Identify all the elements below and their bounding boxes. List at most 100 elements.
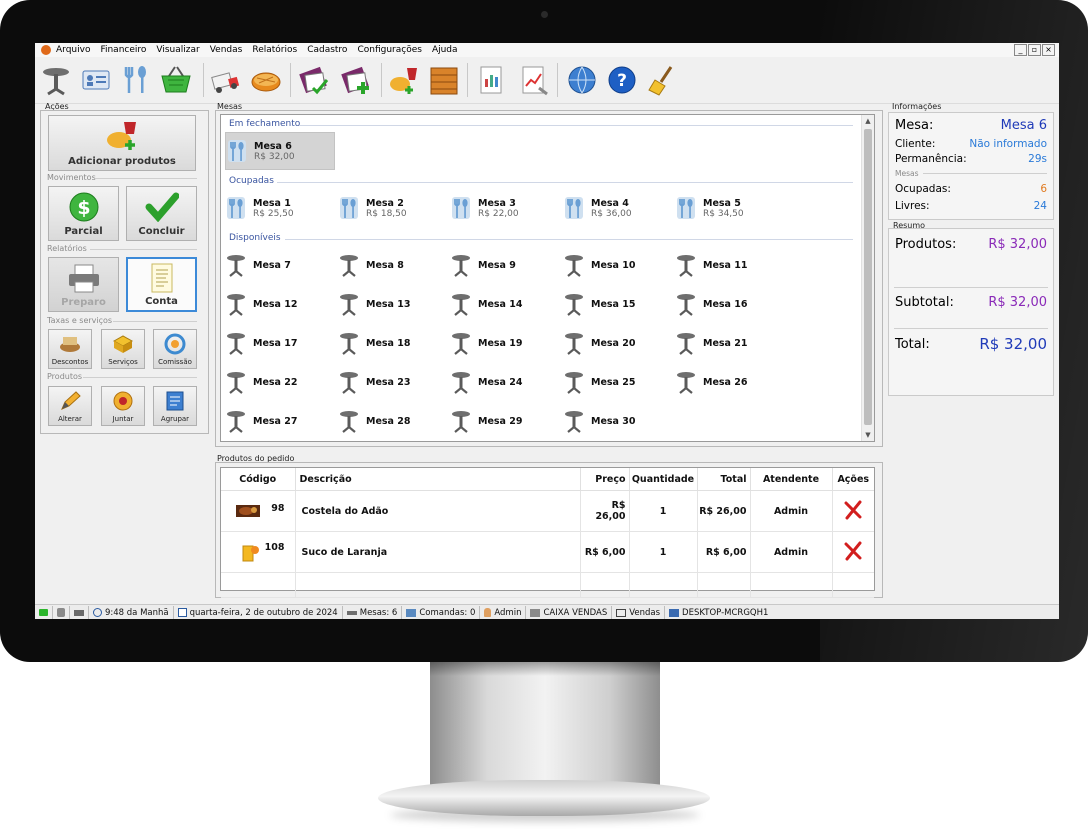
product-list-icon[interactable] (295, 61, 333, 99)
menu-ajuda[interactable]: Ajuda (432, 45, 458, 55)
mesas-scrollbar[interactable]: ▲ ▼ (861, 115, 874, 441)
mesa-tile[interactable]: Mesa 27 (225, 403, 333, 439)
report-icon[interactable] (473, 61, 511, 99)
servicos-button[interactable]: Serviços (101, 329, 145, 369)
shopping-basket-icon[interactable] (157, 61, 195, 99)
add-product-icon[interactable] (337, 61, 375, 99)
mesa-tile[interactable]: Mesa 24 (450, 364, 558, 400)
col-preco[interactable]: Preço (580, 468, 630, 491)
menu-visualizar[interactable]: Visualizar (156, 45, 199, 55)
preparo-button[interactable]: Preparo (48, 257, 119, 312)
mesa-tile[interactable]: Mesa 7 (225, 247, 333, 283)
mesa-tile[interactable]: Mesa 25 (563, 364, 671, 400)
mesa-tile[interactable]: Mesa 23 (338, 364, 446, 400)
scroll-down-icon[interactable]: ▼ (862, 429, 874, 441)
mesa-tile[interactable]: Mesa 28 (338, 403, 446, 439)
parcial-button[interactable]: $ Parcial (48, 186, 119, 241)
delete-icon[interactable] (843, 541, 863, 561)
merge-icon (111, 387, 135, 415)
info-livres-row: Livres: 24 (895, 199, 1047, 213)
mesa-tile[interactable]: Mesa 2 R$ 18,50 (338, 190, 446, 226)
mesa-tile[interactable]: Mesa 16 (675, 286, 783, 322)
mesa-tile[interactable]: Mesa 6 R$ 32,00 (225, 132, 335, 170)
menu-cadastro[interactable]: Cadastro (307, 45, 347, 55)
checkmark-icon (145, 187, 179, 226)
mesa-tile[interactable]: Mesa 22 (225, 364, 333, 400)
mesa-name: Mesa 23 (366, 376, 411, 388)
col-codigo[interactable]: Código (221, 468, 296, 491)
mesa-tile[interactable]: Mesa 21 (675, 325, 783, 361)
conta-button[interactable]: Conta (126, 257, 197, 312)
table-icon (338, 291, 360, 317)
combo-icon[interactable] (385, 61, 423, 99)
mesa-text: Mesa 5 R$ 34,50 (703, 198, 744, 219)
alterar-button[interactable]: Alterar (48, 386, 92, 426)
mesa-tile[interactable]: Mesa 9 (450, 247, 558, 283)
close-button[interactable]: × (1042, 44, 1055, 56)
mesa-name: Mesa 27 (253, 415, 298, 427)
mesa-name: Mesa 25 (591, 376, 636, 388)
col-quantidade[interactable]: Quantidade (629, 468, 698, 491)
mesa-tile[interactable]: Mesa 10 (563, 247, 671, 283)
agrupar-button[interactable]: Agrupar (153, 386, 197, 426)
mesa-tile[interactable]: Mesa 1 R$ 25,50 (225, 190, 333, 226)
mesa-tile[interactable]: Mesa 18 (338, 325, 446, 361)
concluir-label: Concluir (138, 226, 185, 237)
col-descricao[interactable]: Descrição (295, 468, 581, 491)
col-total[interactable]: Total (697, 468, 751, 491)
help-icon[interactable]: ? (603, 61, 641, 99)
mesa-text: Mesa 23 (366, 377, 411, 388)
table-row[interactable]: 98 Costela do Adão R$ 26,00 1 R$ 26,00 A… (221, 490, 874, 532)
scroll-up-icon[interactable]: ▲ (862, 115, 874, 127)
pie-icon[interactable] (247, 61, 285, 99)
mesa-text: Mesa 15 (591, 299, 636, 310)
mesa-tile[interactable]: Mesa 15 (563, 286, 671, 322)
delete-icon[interactable] (843, 500, 863, 520)
mesa-tile[interactable]: Mesa 14 (450, 286, 558, 322)
mesa-tile[interactable]: Mesa 5 R$ 34,50 (675, 190, 783, 226)
col-atendente[interactable]: Atendente (750, 468, 833, 491)
table-icon (338, 369, 360, 395)
table-row[interactable]: 108 Suco de Laranja R$ 6,00 1 R$ 6,00 Ad… (221, 531, 874, 573)
col-acoes[interactable]: Ações (832, 468, 874, 491)
mesa-tile[interactable]: Mesa 29 (450, 403, 558, 439)
mesa-tile[interactable]: Mesa 30 (563, 403, 671, 439)
scroll-thumb[interactable] (864, 129, 872, 425)
mesa-tile[interactable]: Mesa 11 (675, 247, 783, 283)
mesa-tile[interactable]: Mesa 26 (675, 364, 783, 400)
menu-relatorios[interactable]: Relatórios (252, 45, 297, 55)
customer-card-icon[interactable] (77, 61, 115, 99)
chart-report-icon[interactable] (515, 61, 553, 99)
delivery-truck-icon[interactable] (207, 61, 245, 99)
menu-arquivo[interactable]: Arquivo (56, 45, 90, 55)
concluir-button[interactable]: Concluir (126, 186, 197, 241)
adicionar-produtos-button[interactable]: Adicionar produtos (48, 115, 196, 171)
mesa-tile[interactable]: Mesa 19 (450, 325, 558, 361)
restore-button[interactable]: ▫ (1028, 44, 1041, 56)
table-icon[interactable] (37, 61, 75, 99)
cutlery-icon[interactable] (117, 61, 155, 99)
menu-vendas[interactable]: Vendas (210, 45, 243, 55)
minimize-button[interactable]: _ (1014, 44, 1027, 56)
comissao-button[interactable]: Comissão (153, 329, 197, 369)
broom-icon[interactable] (643, 61, 681, 99)
globe-icon[interactable] (563, 61, 601, 99)
juntar-button[interactable]: Juntar (101, 386, 145, 426)
crate-icon[interactable] (425, 61, 463, 99)
mesa-tile[interactable]: Mesa 20 (563, 325, 671, 361)
info-mesa-label: Mesa: (895, 117, 934, 133)
occupied-table-icon (563, 195, 585, 221)
mesa-tile[interactable]: Mesa 4 R$ 36,00 (563, 190, 671, 226)
descontos-button[interactable]: Descontos (48, 329, 92, 369)
mesa-tile[interactable]: Mesa 8 (338, 247, 446, 283)
menu-configuracoes[interactable]: Configurações (357, 45, 421, 55)
mesa-tile[interactable]: Mesa 13 (338, 286, 446, 322)
menu-financeiro[interactable]: Financeiro (100, 45, 146, 55)
mesa-tile[interactable]: Mesa 17 (225, 325, 333, 361)
mesa-tile[interactable]: Mesa 12 (225, 286, 333, 322)
table-icon (450, 369, 472, 395)
camera-icon (541, 11, 548, 18)
mesa-text: Mesa 30 (591, 416, 636, 427)
mesa-tile[interactable]: Mesa 3 R$ 22,00 (450, 190, 558, 226)
mesa-name: Mesa 1 (253, 197, 291, 209)
